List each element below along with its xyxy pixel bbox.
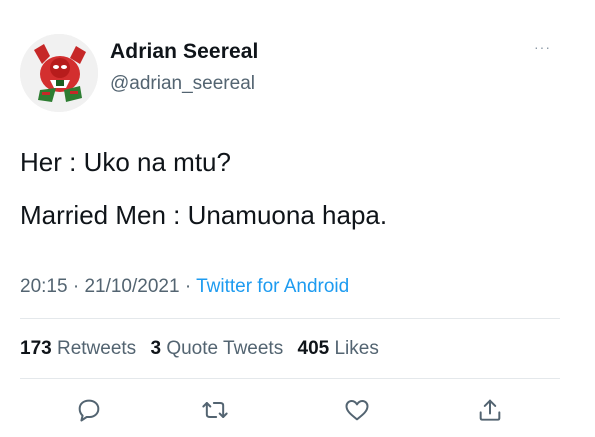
tweet-text-line-1: Her : Uko na mtu? <box>20 147 231 177</box>
avatar[interactable] <box>20 34 98 112</box>
retweet-icon <box>202 402 228 418</box>
share-button[interactable] <box>476 396 504 424</box>
quote-tweets-count: 3 <box>150 338 162 359</box>
author-handle[interactable]: @adrian_seereal <box>110 73 255 95</box>
tweet-date[interactable]: 21/10/2021 <box>84 276 179 297</box>
share-icon <box>479 399 501 421</box>
likes-label: Likes <box>334 338 379 359</box>
likes-count: 405 <box>297 338 330 359</box>
author-display-name[interactable]: Adrian Seereal <box>110 40 258 64</box>
tweet-meta: 20:15 · 21/10/2021 · Twitter for Android <box>20 276 349 298</box>
tweet-stats: 173 Retweets 3 Quote Tweets 405 Likes <box>20 338 388 360</box>
deadpool-avatar-icon <box>20 34 98 112</box>
more-options-icon[interactable]: ··· <box>534 40 556 54</box>
quote-tweets-stat[interactable]: 3 Quote Tweets <box>150 338 283 359</box>
retweets-count: 173 <box>20 338 52 359</box>
retweets-label: Retweets <box>56 338 137 359</box>
meta-separator: · <box>184 276 192 297</box>
like-button[interactable] <box>343 396 371 424</box>
tweet-card: Adrian Seereal @adrian_seereal ··· Her :… <box>0 0 595 437</box>
likes-stat[interactable]: 405 Likes <box>298 338 379 359</box>
meta-separator: · <box>72 276 80 297</box>
retweets-stat[interactable]: 173 Retweets <box>20 338 136 359</box>
reply-button[interactable] <box>75 396 103 424</box>
tweet-source-link[interactable]: Twitter for Android <box>196 276 349 297</box>
divider <box>20 378 560 379</box>
quote-tweets-label: Quote Tweets <box>166 338 284 359</box>
retweet-button[interactable] <box>201 396 229 424</box>
divider <box>20 318 560 319</box>
tweet-text-line-2: Married Men : Unamuona hapa. <box>20 200 388 230</box>
tweet-time[interactable]: 20:15 <box>20 276 68 297</box>
reply-icon <box>78 399 100 422</box>
like-icon <box>345 400 369 421</box>
